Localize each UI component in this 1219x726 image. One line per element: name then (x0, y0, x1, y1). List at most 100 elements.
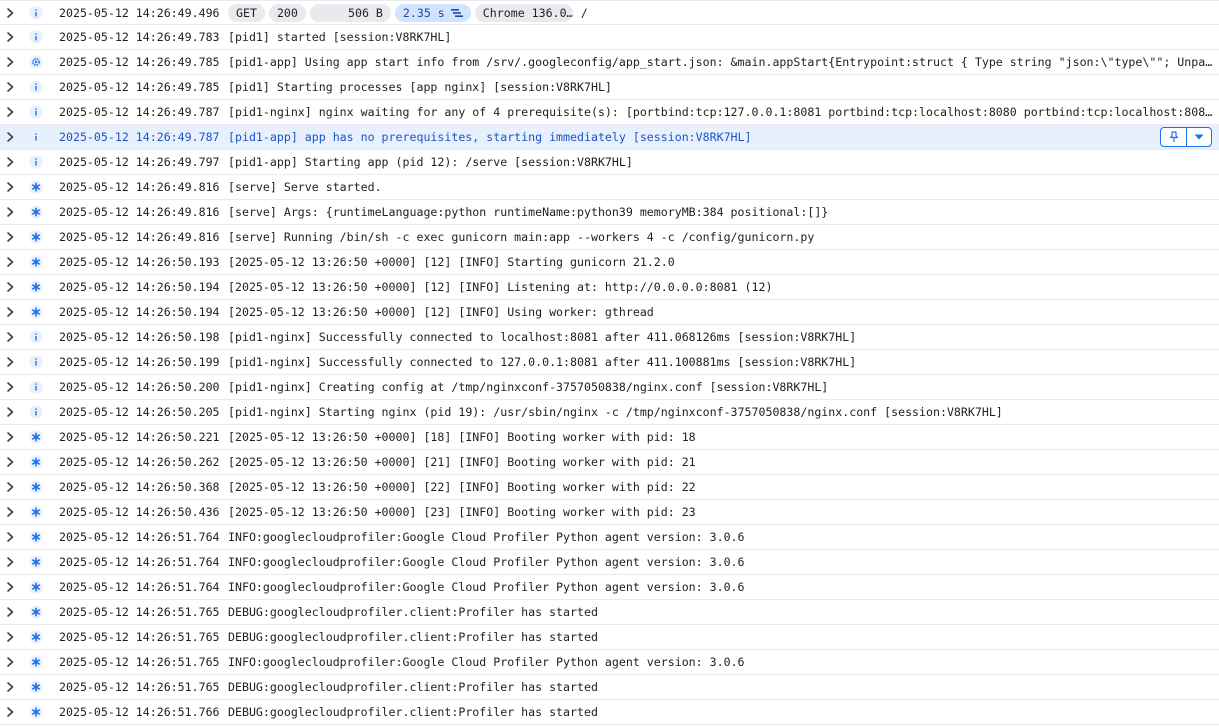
log-entry-row[interactable]: 2025-05-12 14:26:49.816 [serve] Args: {ru… (0, 200, 1219, 225)
chevron-right-icon[interactable] (4, 306, 16, 318)
log-entry-row[interactable]: 2025-05-12 14:26:49.785 [pid1] Starting p… (0, 75, 1219, 100)
log-timestamp: 2025-05-12 14:26:50.194 (59, 280, 220, 294)
log-entry-row[interactable]: 2025-05-12 14:26:51.765 INFO:googlecloudp… (0, 650, 1219, 675)
log-entry-row[interactable]: 2025-05-12 14:26:51.764 INFO:googlecloudp… (0, 550, 1219, 575)
asterisk-icon (29, 530, 43, 544)
log-entry-row[interactable]: 2025-05-12 14:26:50.436 [2025-05-12 13:26… (0, 500, 1219, 525)
chevron-right-icon[interactable] (4, 156, 16, 168)
row-menu-dropdown[interactable] (1187, 128, 1211, 146)
chevron-right-icon[interactable] (4, 81, 16, 93)
chevron-right-icon[interactable] (4, 656, 16, 668)
asterisk-icon (29, 480, 43, 494)
log-entry-row[interactable]: 2025-05-12 14:26:51.765 DEBUG:googlecloud… (0, 600, 1219, 625)
caret-down-icon (1194, 134, 1204, 140)
log-entry-row[interactable]: 2025-05-12 14:26:49.797 [pid1-app] Starti… (0, 150, 1219, 175)
chevron-right-icon[interactable] (4, 131, 16, 143)
latency-value: 2.35 s (402, 6, 445, 20)
log-entry-row[interactable]: 2025-05-12 14:26:50.200 [pid1-nginx] Crea… (0, 375, 1219, 400)
info-icon (29, 330, 43, 344)
response-size-chip[interactable]: 506 B (309, 4, 391, 22)
log-entry-row[interactable]: 2025-05-12 14:26:50.205 [pid1-nginx] Star… (0, 400, 1219, 425)
chevron-right-icon[interactable] (4, 631, 16, 643)
info-icon (29, 105, 43, 119)
chevron-right-icon[interactable] (4, 556, 16, 568)
chevron-right-icon[interactable] (4, 431, 16, 443)
chevron-right-icon[interactable] (4, 181, 16, 193)
asterisk-icon (29, 255, 43, 269)
log-entry-row[interactable]: 2025-05-12 14:26:51.765 DEBUG:googlecloud… (0, 675, 1219, 700)
chevron-right-icon[interactable] (4, 281, 16, 293)
info-icon (29, 80, 43, 94)
log-entry-row[interactable]: 2025-05-12 14:26:49.785 [pid1-app] Using … (0, 50, 1219, 75)
log-timestamp: 2025-05-12 14:26:50.262 (59, 455, 220, 469)
chevron-right-icon[interactable] (4, 231, 16, 243)
log-message: [pid1-nginx] Successfully connected to 1… (228, 355, 857, 369)
log-entry-row[interactable]: 2025-05-12 14:26:51.765 DEBUG:googlecloud… (0, 625, 1219, 650)
info-icon (29, 405, 43, 419)
log-entry-row[interactable]: 2025-05-12 14:26:49.783 [pid1] started [s… (0, 25, 1219, 50)
chevron-right-icon[interactable] (4, 581, 16, 593)
request-path[interactable]: / (581, 6, 588, 20)
row-actions (1160, 127, 1212, 147)
chevron-right-icon[interactable] (4, 106, 16, 118)
log-entry-row[interactable]: 2025-05-12 14:26:51.766 DEBUG:googlecloud… (0, 700, 1219, 725)
chevron-right-icon[interactable] (4, 381, 16, 393)
http-method-chip[interactable]: GET (228, 4, 265, 22)
info-icon (29, 380, 43, 394)
log-timestamp: 2025-05-12 14:26:50.436 (59, 505, 220, 519)
log-timestamp: 2025-05-12 14:26:50.198 (59, 330, 220, 344)
log-message: [2025-05-12 13:26:50 +0000] [18] [INFO] … (228, 430, 696, 444)
log-entry-row[interactable]: 2025-05-12 14:26:50.221 [2025-05-12 13:26… (0, 425, 1219, 450)
log-entry-row[interactable]: 2025-05-12 14:26:50.194 [2025-05-12 13:26… (0, 300, 1219, 325)
log-entry-row[interactable]: 2025-05-12 14:26:49.787 [pid1-app] app ha… (0, 125, 1219, 150)
chevron-right-icon[interactable] (4, 31, 16, 43)
log-timestamp: 2025-05-12 14:26:49.783 (59, 30, 220, 44)
gear-icon (29, 55, 43, 69)
log-entry-row[interactable]: 2025-05-12 14:26:50.199 [pid1-nginx] Succ… (0, 350, 1219, 375)
chevron-right-icon[interactable] (4, 506, 16, 518)
log-entry-row[interactable]: 2025-05-12 14:26:50.193 [2025-05-12 13:26… (0, 250, 1219, 275)
chevron-right-icon[interactable] (4, 681, 16, 693)
log-entry-row[interactable]: 2025-05-12 14:26:50.194 [2025-05-12 13:26… (0, 275, 1219, 300)
log-timestamp: 2025-05-12 14:26:49.816 (59, 230, 220, 244)
chevron-right-icon[interactable] (4, 531, 16, 543)
chevron-right-icon[interactable] (4, 56, 16, 68)
log-message: [serve] Serve started. (228, 180, 382, 194)
log-timestamp: 2025-05-12 14:26:51.765 (59, 655, 220, 669)
log-message: [pid1-nginx] Starting nginx (pid 19): /u… (228, 405, 1003, 419)
log-message: [serve] Args: {runtimeLanguage:python ru… (228, 205, 829, 219)
chevron-right-icon[interactable] (4, 406, 16, 418)
chevron-right-icon[interactable] (4, 456, 16, 468)
log-entry-row[interactable]: 2025-05-12 14:26:49.787 [pid1-nginx] ngin… (0, 100, 1219, 125)
log-timestamp: 2025-05-12 14:26:50.200 (59, 380, 220, 394)
chevron-right-icon[interactable] (4, 7, 16, 19)
user-agent-chip[interactable]: Chrome 136.0… (474, 4, 573, 22)
log-entry-row[interactable]: 2025-05-12 14:26:50.198 [pid1-nginx] Succ… (0, 325, 1219, 350)
log-entry-row[interactable]: 2025-05-12 14:26:50.368 [2025-05-12 13:26… (0, 475, 1219, 500)
http-status-chip[interactable]: 200 (268, 4, 306, 22)
log-message: [pid1-app] Using app start info from /sr… (228, 55, 1213, 69)
log-timestamp: 2025-05-12 14:26:49.785 (59, 80, 220, 94)
log-message: [2025-05-12 13:26:50 +0000] [23] [INFO] … (228, 505, 696, 519)
chevron-right-icon[interactable] (4, 606, 16, 618)
chevron-right-icon[interactable] (4, 256, 16, 268)
log-entry-row[interactable]: 2025-05-12 14:26:51.764 INFO:googlecloudp… (0, 575, 1219, 600)
log-entry-row[interactable]: 2025-05-12 14:26:49.816 [serve] Serve sta… (0, 175, 1219, 200)
chevron-right-icon[interactable] (4, 206, 16, 218)
log-entry-row[interactable]: 2025-05-12 14:26:50.262 [2025-05-12 13:26… (0, 450, 1219, 475)
pin-button[interactable] (1161, 128, 1187, 146)
log-timestamp: 2025-05-12 14:26:51.766 (59, 705, 220, 719)
chevron-right-icon[interactable] (4, 356, 16, 368)
log-timestamp: 2025-05-12 14:26:51.764 (59, 530, 220, 544)
asterisk-icon (29, 455, 43, 469)
chevron-right-icon[interactable] (4, 481, 16, 493)
log-entry-row[interactable]: 2025-05-12 14:26:51.764 INFO:googlecloudp… (0, 525, 1219, 550)
log-entry-row[interactable]: 2025-05-12 14:26:49.496 GET 200 506 B 2.35 s… (0, 0, 1219, 25)
chevron-right-icon[interactable] (4, 331, 16, 343)
log-message: DEBUG:googlecloudprofiler.client:Profile… (228, 680, 598, 694)
asterisk-icon (29, 605, 43, 619)
log-timestamp: 2025-05-12 14:26:51.764 (59, 580, 220, 594)
log-entry-row[interactable]: 2025-05-12 14:26:49.816 [serve] Running /… (0, 225, 1219, 250)
chevron-right-icon[interactable] (4, 706, 16, 718)
latency-chip[interactable]: 2.35 s (394, 4, 471, 22)
